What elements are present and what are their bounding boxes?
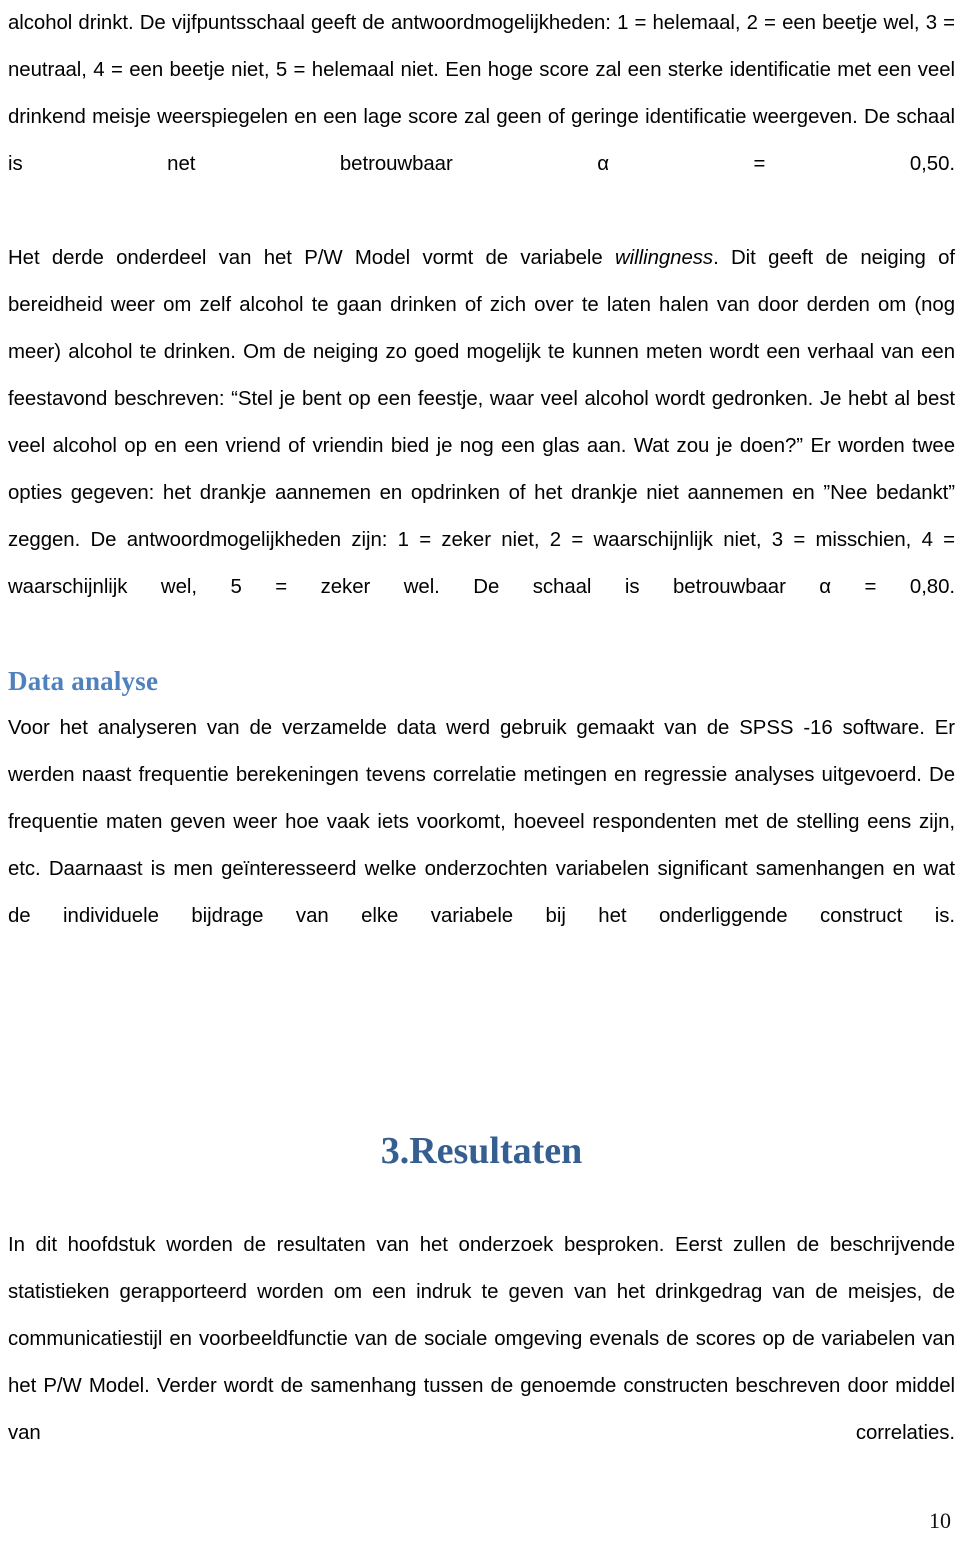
paragraph-willingness-part1: Het derde onderdeel van het P/W Model vo… <box>8 247 615 269</box>
paragraph-resultaten-intro: In dit hoofdstuk worden de resultaten va… <box>8 1234 955 1444</box>
document-page: alcohol drinkt. De vijfpuntsschaal geeft… <box>0 0 960 1542</box>
page-content: alcohol drinkt. De vijfpuntsschaal geeft… <box>8 0 955 1504</box>
chapter-heading-resultaten: 3.Resultaten <box>380 1130 583 1172</box>
paragraph-willingness: Het derde onderdeel van het P/W Model vo… <box>8 235 955 658</box>
italic-term-willingness: willingness <box>615 247 714 269</box>
paragraph-scale-description: alcohol drinkt. De vijfpuntsschaal geeft… <box>8 12 955 175</box>
paragraph-willingness-part2: . Dit geeft de neiging of bereidheid wee… <box>8 247 955 598</box>
vertical-spacer <box>8 987 955 1128</box>
page-number: 10 <box>929 1508 951 1533</box>
paragraph-data-analyse: Voor het analyseren van de verzamelde da… <box>8 717 955 927</box>
vertical-spacer-after-chapter <box>8 1175 955 1222</box>
section-heading-data-analyse: Data analyse <box>8 666 159 696</box>
